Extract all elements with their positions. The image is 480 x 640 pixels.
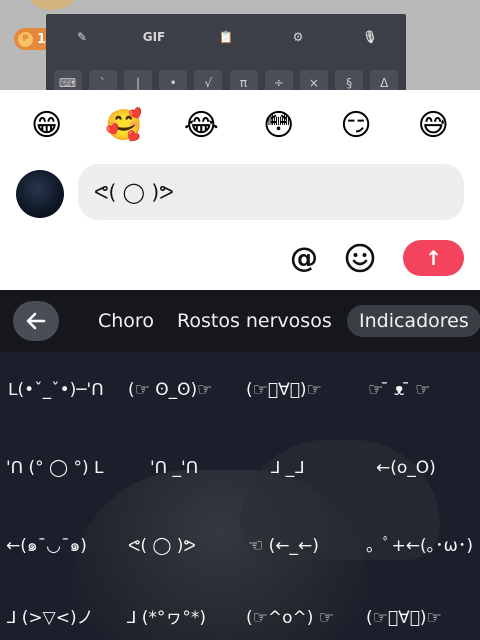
category-tab-rostos-nervosos[interactable]: Rostos nervosos — [177, 305, 332, 337]
kaomoji-key[interactable]: (☞^o^) ☞ — [246, 596, 334, 640]
kaomoji-key[interactable]: (☞ﾟ∀ﾟ)☞ — [246, 368, 322, 412]
emoji-flushed[interactable]: 😳 — [257, 111, 301, 141]
emoji-picker-button[interactable] — [344, 242, 376, 274]
coin-icon: ₱ — [18, 31, 33, 47]
category-tab-indicadores[interactable]: Indicadores — [347, 305, 480, 337]
kaomoji-key[interactable]: ᒪ(•ˇ_ˇ•)─'ᑎ — [8, 368, 104, 412]
kaomoji-row: ᒪ(•ˇ_ˇ•)─'ᑎ (☞ ʘ_ʘ)☞ (☞ﾟ∀ﾟ)☞ ☞ ̄ ᴥ ̄ ☞ — [0, 368, 480, 412]
background-key: § — [335, 70, 364, 90]
comment-composer-sheet: 😁 🥰 😂 😳 😏 😅 ᕙ( ◯ )ᕗ @ ↑ — [0, 90, 480, 290]
kaomoji-key[interactable]: ←(๑¯◡¯๑) — [6, 524, 87, 568]
mention-button[interactable]: @ — [288, 242, 320, 274]
kaomoji-key[interactable]: ᒧ (>▽<)ノ — [6, 596, 94, 640]
comment-input-text: ᕙ( ◯ )ᕗ — [94, 180, 174, 204]
background-key: ⌨ — [53, 70, 82, 90]
kaomoji-key[interactable]: 'ᑎ (° ◯ °) ᒪ — [6, 446, 104, 490]
kaomoji-key[interactable]: ☞ ̄ ᴥ ̄ ☞ — [368, 368, 430, 412]
emoji-grinning[interactable]: 😁 — [25, 111, 69, 141]
clipboard-icon: 📋 — [218, 30, 234, 44]
kaomoji-key[interactable]: (☞ ʘ_ʘ)☞ — [128, 368, 212, 412]
emoji-sweat-smile[interactable]: 😅 — [411, 111, 455, 141]
background-key: ` — [88, 70, 117, 90]
smiley-icon — [345, 243, 375, 273]
kaomoji-key[interactable]: ᒧ _ᒧ — [270, 446, 305, 490]
quick-emoji-bar: 😁 🥰 😂 😳 😏 😅 — [0, 104, 480, 148]
microphone-icon: 🎙 — [362, 30, 378, 44]
gif-label: GIF — [142, 30, 166, 44]
background-keyboard-panel: ✎ GIF 📋 ⚙ 🎙 ⌨ ` | • √ π ÷ × § Δ — [46, 14, 406, 90]
background-key: ÷ — [264, 70, 293, 90]
category-bar: Choro Rostos nervosos Indicadores — [0, 290, 480, 352]
kaomoji-row: ᒧ (>▽<)ノ ᒧ (*°ヮ°*) (☞^o^) ☞ (☞ﾟ∀ﾟ)☞ — [0, 596, 480, 640]
background-keyboard-toolbar: ✎ GIF 📋 ⚙ 🎙 — [46, 22, 406, 52]
kaomoji-key[interactable]: (☞ﾟ∀ﾟ)☞ — [366, 596, 442, 640]
back-button[interactable] — [13, 301, 59, 341]
kaomoji-key[interactable]: 'ᑎ _'ᑎ — [150, 446, 198, 490]
kaomoji-row: ←(๑¯◡¯๑) ᕙ( ◯ )ᕗ ☜ (←_←) 。ﾟ+←(｡･ω･) — [0, 524, 480, 568]
category-tab-choro[interactable]: Choro — [98, 305, 154, 337]
background-key: • — [159, 70, 188, 90]
kaomoji-key[interactable]: ᕙ( ◯ )ᕗ — [128, 524, 196, 568]
comment-input[interactable]: ᕙ( ◯ )ᕗ — [78, 164, 464, 220]
arrow-left-icon — [26, 312, 46, 330]
background-key: √ — [194, 70, 223, 90]
emoji-smirk[interactable]: 😏 — [334, 111, 378, 141]
kaomoji-key[interactable]: ←(o_O) — [376, 446, 436, 490]
background-app-area: ₱ 107 ✎ GIF 📋 ⚙ 🎙 ⌨ ` | • √ π ÷ × § Δ — [0, 0, 480, 90]
kaomoji-keyboard: Choro Rostos nervosos Indicadores ᒪ(•ˇ_ˇ… — [0, 290, 480, 640]
emoji-tears-of-joy[interactable]: 😂 — [179, 111, 223, 141]
send-button[interactable]: ↑ — [403, 240, 464, 276]
user-avatar — [16, 170, 64, 218]
background-key: | — [123, 70, 152, 90]
kaomoji-key[interactable]: 。ﾟ+←(｡･ω･) — [366, 524, 473, 568]
kaomoji-row: 'ᑎ (° ◯ °) ᒪ 'ᑎ _'ᑎ ᒧ _ᒧ ←(o_O) — [0, 446, 480, 490]
kaomoji-key[interactable]: ᒧ (*°ヮ°*) — [126, 596, 206, 640]
background-key: Δ — [370, 70, 399, 90]
arrow-up-icon: ↑ — [425, 246, 442, 270]
background-key: × — [299, 70, 328, 90]
coin-circle-decoration — [28, 0, 76, 10]
settings-icon: ⚙ — [292, 30, 304, 44]
kaomoji-key[interactable]: ☜ (←_←) — [248, 524, 319, 568]
background-keyboard-keys: ⌨ ` | • √ π ÷ × § Δ — [50, 70, 402, 90]
edit-icon: ✎ — [76, 30, 88, 44]
emoji-smiling-hearts[interactable]: 🥰 — [102, 111, 146, 141]
background-key: π — [229, 70, 258, 90]
